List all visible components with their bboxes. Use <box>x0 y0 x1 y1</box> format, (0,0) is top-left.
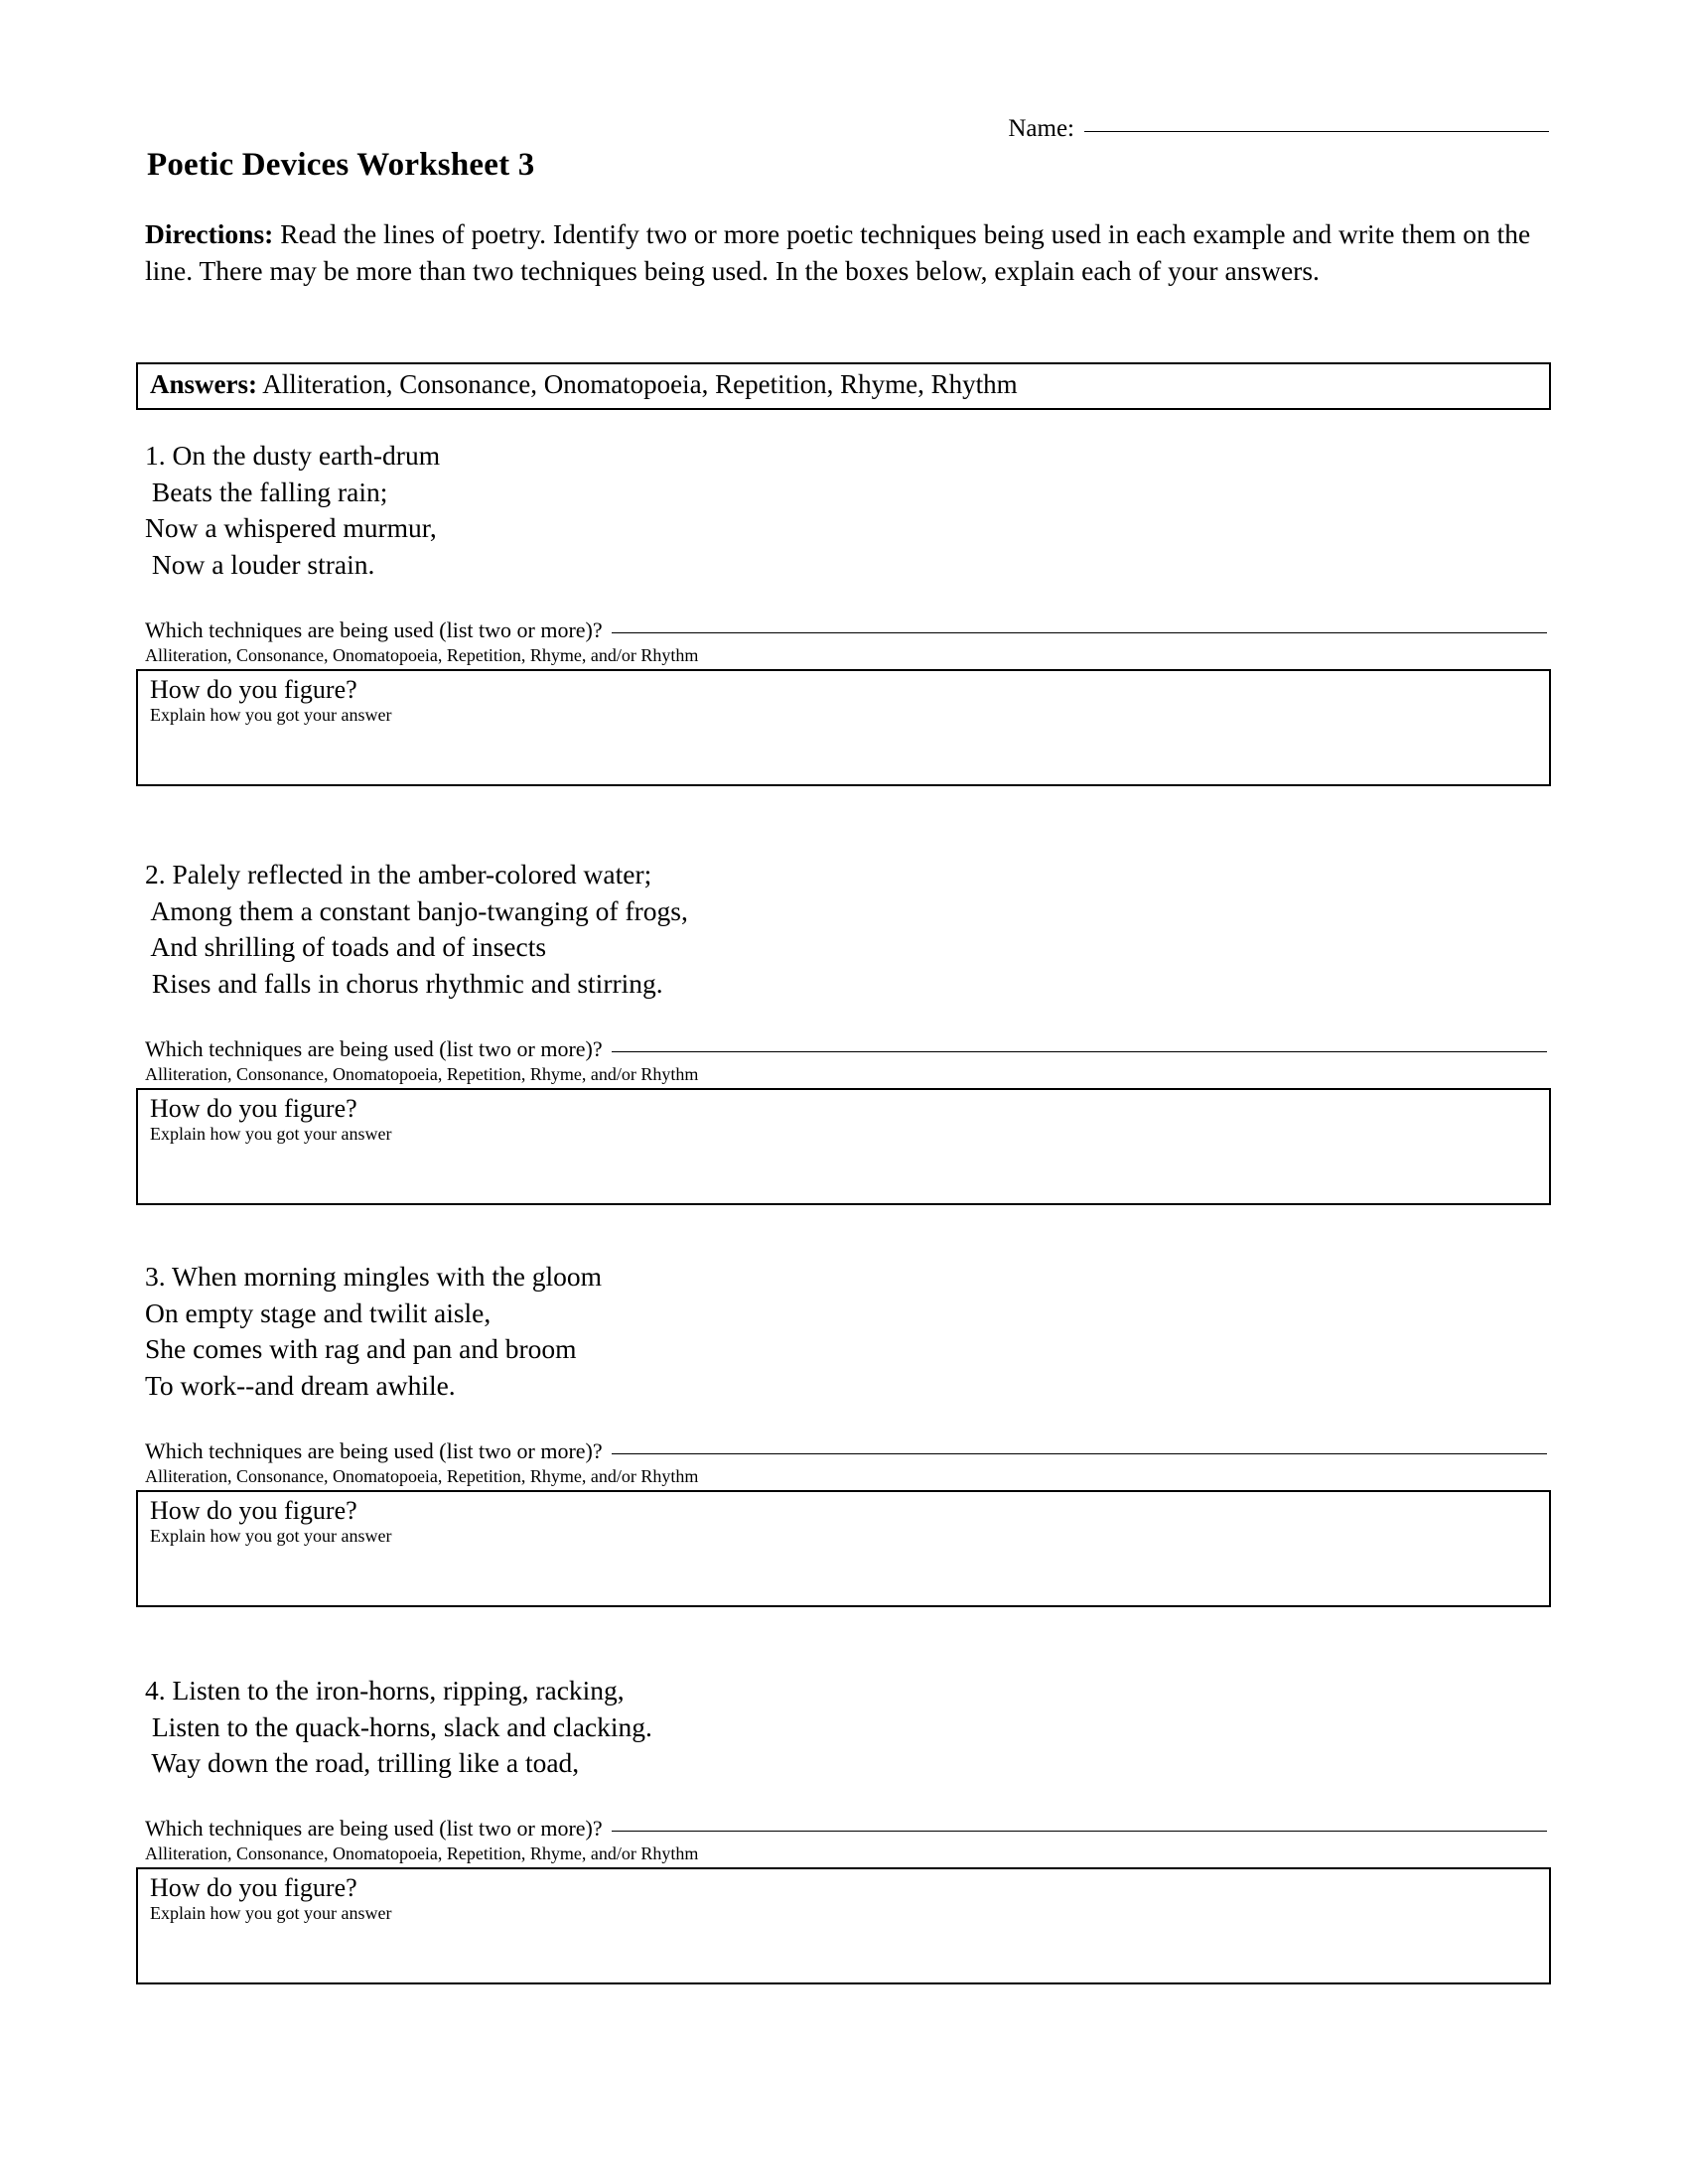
name-input-line[interactable] <box>1084 130 1549 132</box>
question-block: 4. Listen to the iron-horns, ripping, ra… <box>0 1673 1688 1984</box>
poem-line: Listen to the quack-horns, slack and cla… <box>145 1710 652 1742</box>
explanation-box-subtitle: Explain how you got your answer <box>150 1123 392 1144</box>
explanation-box[interactable]: How do you figure? Explain how you got yo… <box>136 668 1551 786</box>
poem-line: She comes with rag and pan and broom <box>145 1333 577 1365</box>
poem-line: Way down the road, trilling like a toad, <box>145 1747 580 1779</box>
poem-text: 3. When morning mingles with the gloom On… <box>145 1259 1688 1405</box>
explanation-box-subtitle: Explain how you got your answer <box>150 704 392 725</box>
question-block: 1. On the dusty earth-drum Beats the fal… <box>0 438 1688 786</box>
answer-input-line[interactable] <box>611 1830 1547 1833</box>
answer-hint: Alliteration, Consonance, Onomatopoeia, … <box>145 1063 699 1084</box>
answer-prompt-row: Which techniques are being used (list tw… <box>145 1036 1547 1062</box>
answer-prompt-label: Which techniques are being used (list tw… <box>145 616 603 642</box>
explanation-box-title: How do you figure? <box>150 1495 357 1525</box>
poem-line: Now a louder strain. <box>145 549 375 581</box>
explanation-box[interactable]: How do you figure? Explain how you got yo… <box>136 1087 1551 1205</box>
poem-line: And shrilling of toads and of insects <box>145 931 547 963</box>
answer-input-line[interactable] <box>611 1050 1547 1052</box>
explanation-box-title: How do you figure? <box>150 1872 357 1902</box>
worksheet-page: Name: Poetic Devices Worksheet 3 Directi… <box>0 0 1688 2184</box>
directions-paragraph: Directions: Read the lines of poetry. Id… <box>145 216 1545 289</box>
explanation-box-subtitle: Explain how you got your answer <box>150 1525 392 1546</box>
poem-line: Now a whispered murmur, <box>145 512 437 544</box>
poem-line: Rises and falls in chorus rhythmic and s… <box>145 968 663 1000</box>
page-title: Poetic Devices Worksheet 3 <box>147 147 535 183</box>
answer-prompt-row: Which techniques are being used (list tw… <box>145 1438 1547 1464</box>
question-block: 3. When morning mingles with the gloom On… <box>0 1259 1688 1607</box>
answer-hint: Alliteration, Consonance, Onomatopoeia, … <box>145 1465 699 1486</box>
answer-bank: Answers: Alliteration, Consonance, Onoma… <box>136 362 1551 410</box>
directions-label: Directions: <box>145 218 274 249</box>
directions-text: Read the lines of poetry. Identify two o… <box>145 218 1531 286</box>
poem-line: Among them a constant banjo-twanging of … <box>145 894 688 926</box>
explanation-box[interactable]: How do you figure? Explain how you got yo… <box>136 1866 1551 1984</box>
poem-line: On empty stage and twilit aisle, <box>145 1297 492 1328</box>
poem-line: 1. On the dusty earth-drum <box>145 440 441 471</box>
poem-line: 3. When morning mingles with the gloom <box>145 1261 603 1292</box>
poem-line: 4. Listen to the iron-horns, ripping, ra… <box>145 1675 625 1706</box>
answer-prompt-label: Which techniques are being used (list tw… <box>145 1437 603 1463</box>
answer-input-line[interactable] <box>611 1452 1547 1454</box>
answer-hint: Alliteration, Consonance, Onomatopoeia, … <box>145 644 699 665</box>
answer-hint: Alliteration, Consonance, Onomatopoeia, … <box>145 1843 699 1864</box>
answer-input-line[interactable] <box>611 631 1547 633</box>
answer-bank-options: Alliteration, Consonance, Onomatopoeia, … <box>262 369 1018 399</box>
explanation-box-title: How do you figure? <box>150 1093 357 1123</box>
name-label: Name: <box>1008 115 1074 142</box>
explanation-box-title: How do you figure? <box>150 674 357 704</box>
poem-line: To work--and dream awhile. <box>145 1370 456 1402</box>
name-field-row: Name: <box>0 115 1549 143</box>
answer-prompt-label: Which techniques are being used (list tw… <box>145 1035 603 1061</box>
answer-prompt-label: Which techniques are being used (list tw… <box>145 1816 603 1842</box>
answer-prompt-row: Which techniques are being used (list tw… <box>145 1816 1547 1842</box>
answer-prompt-row: Which techniques are being used (list tw… <box>145 617 1547 643</box>
answer-bank-label: Answers: <box>150 369 257 399</box>
question-block: 2. Palely reflected in the amber-colored… <box>0 857 1688 1205</box>
explanation-box-subtitle: Explain how you got your answer <box>150 1902 392 1923</box>
poem-text: 2. Palely reflected in the amber-colored… <box>145 857 1688 1003</box>
poem-line: Beats the falling rain; <box>145 476 388 507</box>
poem-line: 2. Palely reflected in the amber-colored… <box>145 859 652 889</box>
explanation-box[interactable]: How do you figure? Explain how you got yo… <box>136 1489 1551 1607</box>
poem-text: 1. On the dusty earth-drum Beats the fal… <box>145 438 1688 584</box>
poem-text: 4. Listen to the iron-horns, ripping, ra… <box>145 1673 1688 1782</box>
